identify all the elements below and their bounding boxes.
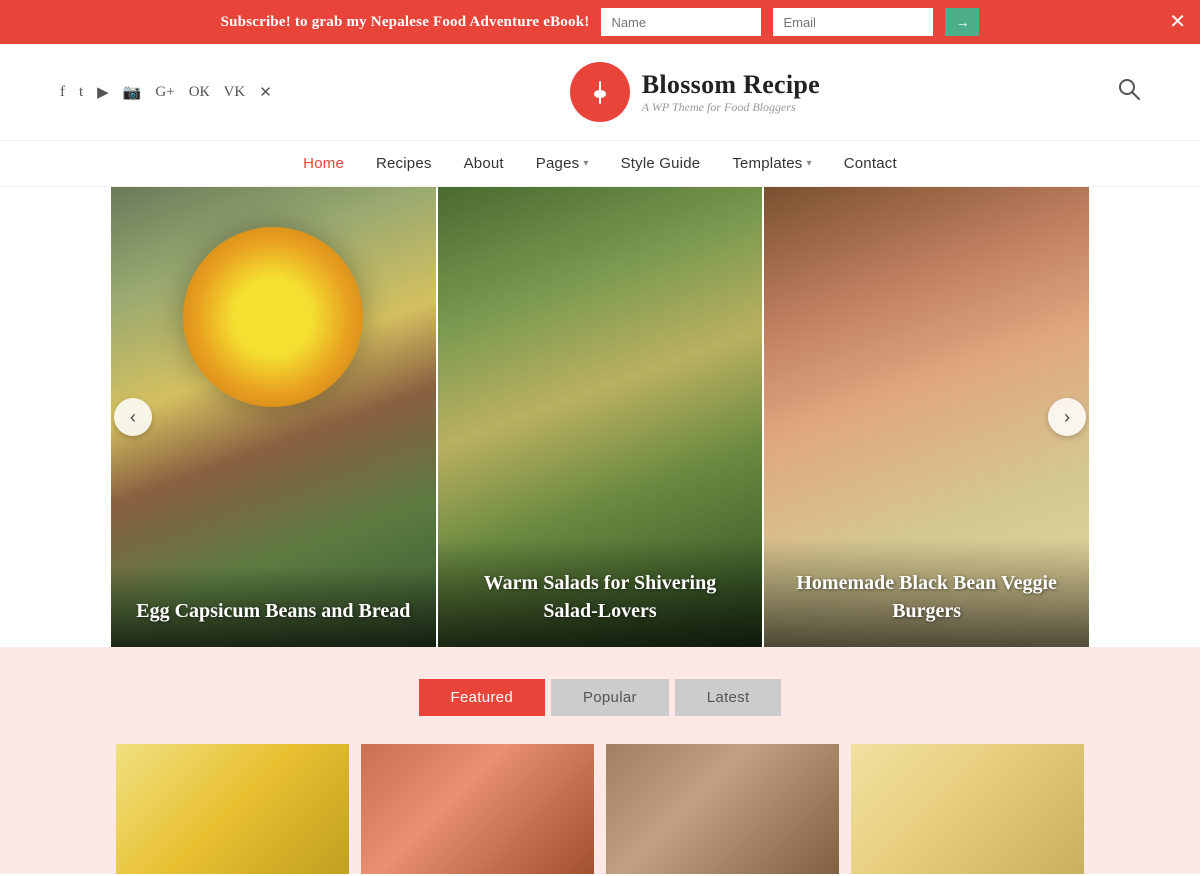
xing-icon[interactable]: ✕	[259, 83, 272, 102]
site-tagline: A WP Theme for Food Bloggers	[642, 100, 820, 115]
top-banner: Subscribe! to grab my Nepalese Food Adve…	[0, 0, 1200, 44]
site-title: Blossom Recipe	[642, 70, 820, 100]
slide-1-title: Egg Capsicum Beans and Bread	[131, 597, 416, 625]
logo-icon	[570, 62, 630, 122]
featured-card-1[interactable]	[116, 744, 349, 874]
social-icons-group: f t ▶ 📷 G+ ОК VK ✕	[60, 83, 272, 102]
nav-recipes[interactable]: Recipes	[376, 155, 432, 172]
templates-dropdown-icon: ▾	[806, 158, 811, 169]
banner-close-button[interactable]: ✕	[1169, 12, 1186, 32]
carousel-slide-2[interactable]: Warm Salads for Shivering Salad-Lovers	[438, 187, 763, 647]
featured-card-3[interactable]	[606, 744, 839, 874]
facebook-icon[interactable]: f	[60, 84, 65, 101]
carousel-slide-3[interactable]: Homemade Black Bean Veggie Burgers	[764, 187, 1089, 647]
banner-name-input[interactable]	[601, 8, 761, 36]
nav-pages[interactable]: Pages ▾	[536, 155, 589, 172]
logo-text-group: Blossom Recipe A WP Theme for Food Blogg…	[642, 70, 820, 115]
slide-2-overlay: Warm Salads for Shivering Salad-Lovers	[438, 539, 763, 647]
tab-popular[interactable]: Popular	[551, 679, 669, 716]
instagram-icon[interactable]: 📷	[123, 83, 142, 102]
main-nav: Home Recipes About Pages ▾ Style Guide T…	[0, 141, 1200, 187]
nav-contact[interactable]: Contact	[844, 155, 897, 172]
tab-row: Featured Popular Latest	[0, 679, 1200, 716]
slide-2-title: Warm Salads for Shivering Salad-Lovers	[458, 569, 743, 625]
tab-latest[interactable]: Latest	[675, 679, 782, 716]
featured-cards-row	[0, 744, 1200, 874]
odnoklassniki-icon[interactable]: ОК	[189, 84, 210, 101]
featured-card-4[interactable]	[851, 744, 1084, 874]
carousel-slide-1[interactable]: Egg Capsicum Beans and Bread	[111, 187, 436, 647]
site-header: f t ▶ 📷 G+ ОК VK ✕ Blossom Recipe A WP T…	[0, 44, 1200, 141]
hero-carousel: ‹ Egg Capsicum Beans and Bread Warm Sala…	[0, 187, 1200, 647]
nav-home[interactable]: Home	[303, 155, 344, 172]
youtube-icon[interactable]: ▶	[97, 83, 109, 102]
slide-1-overlay: Egg Capsicum Beans and Bread	[111, 567, 436, 647]
slide-3-title: Homemade Black Bean Veggie Burgers	[784, 569, 1069, 625]
featured-section: Featured Popular Latest	[0, 647, 1200, 874]
twitter-icon[interactable]: t	[79, 84, 83, 101]
slide-3-overlay: Homemade Black Bean Veggie Burgers	[764, 539, 1089, 647]
nav-about[interactable]: About	[464, 155, 504, 172]
search-button[interactable]	[1118, 78, 1140, 106]
nav-style-guide[interactable]: Style Guide	[621, 155, 701, 172]
featured-card-2[interactable]	[361, 744, 594, 874]
banner-submit-button[interactable]: →	[945, 8, 979, 36]
carousel-prev-button[interactable]: ‹	[114, 398, 152, 436]
pages-dropdown-icon: ▾	[583, 158, 588, 169]
vk-icon[interactable]: VK	[224, 84, 246, 101]
banner-email-input[interactable]	[773, 8, 933, 36]
banner-text: Subscribe! to grab my Nepalese Food Adve…	[221, 14, 590, 31]
site-logo[interactable]: Blossom Recipe A WP Theme for Food Blogg…	[570, 62, 820, 122]
carousel-next-button[interactable]: ›	[1048, 398, 1086, 436]
nav-templates[interactable]: Templates ▾	[732, 155, 811, 172]
googleplus-icon[interactable]: G+	[155, 84, 174, 101]
tab-featured[interactable]: Featured	[419, 679, 545, 716]
